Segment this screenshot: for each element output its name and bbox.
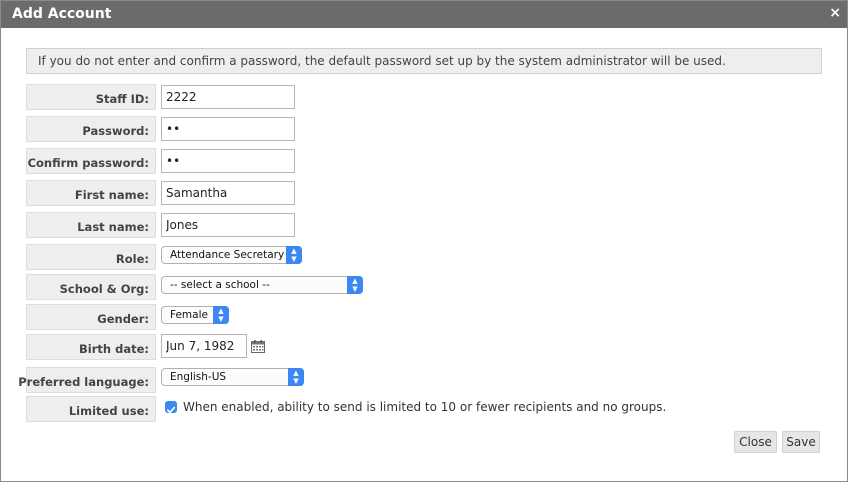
confirm-password-input[interactable]	[161, 149, 295, 173]
confirm-password-label: Confirm password:	[26, 148, 156, 174]
dialog-title: Add Account	[12, 6, 112, 22]
limited-use-description: When enabled, ability to send is limited…	[183, 400, 667, 414]
up-down-arrows-icon: ▲ ▼	[288, 368, 304, 386]
password-notice: If you do not enter and confirm a passwo…	[26, 48, 822, 74]
last-name-input[interactable]	[161, 213, 295, 237]
up-down-arrows-icon: ▲ ▼	[347, 276, 363, 294]
checkmark-icon	[166, 406, 176, 414]
add-account-dialog: Add Account × If you do not enter and co…	[0, 0, 848, 482]
language-select-value: English-US	[170, 371, 227, 383]
school-select[interactable]: -- select a school -- ▲ ▼	[161, 276, 363, 294]
up-down-arrows-icon: ▲ ▼	[286, 246, 302, 264]
close-icon[interactable]: ×	[829, 5, 841, 22]
calendar-icon[interactable]	[251, 340, 265, 353]
password-input[interactable]	[161, 117, 295, 141]
gender-select[interactable]: Female ▲ ▼	[161, 306, 229, 324]
preferred-language-label: Preferred language:	[18, 367, 156, 393]
role-select-value: Attendance Secretary	[170, 249, 285, 261]
first-name-input[interactable]	[161, 181, 295, 205]
gender-select-value: Female	[170, 309, 208, 321]
dialog-titlebar: Add Account ×	[1, 1, 847, 28]
limited-use-checkbox[interactable]	[165, 401, 177, 414]
password-label: Password:	[26, 116, 156, 142]
up-down-arrows-icon: ▲ ▼	[213, 306, 229, 324]
staff-id-label: Staff ID:	[26, 84, 156, 110]
role-label: Role:	[26, 244, 156, 270]
birth-date-input[interactable]	[161, 334, 247, 358]
school-org-label: School & Org:	[26, 274, 156, 300]
gender-label: Gender:	[26, 304, 156, 330]
limited-use-label: Limited use:	[26, 396, 156, 422]
first-name-label: First name:	[26, 180, 156, 206]
staff-id-input[interactable]	[161, 85, 295, 109]
role-select[interactable]: Attendance Secretary ▲ ▼	[161, 246, 302, 264]
last-name-label: Last name:	[26, 212, 156, 238]
close-button[interactable]: Close	[734, 431, 777, 453]
language-select[interactable]: English-US ▲ ▼	[161, 368, 304, 386]
notice-text: If you do not enter and confirm a passwo…	[38, 54, 726, 68]
school-select-value: -- select a school --	[170, 279, 270, 291]
save-button[interactable]: Save	[782, 431, 820, 453]
birth-date-label: Birth date:	[26, 334, 156, 360]
